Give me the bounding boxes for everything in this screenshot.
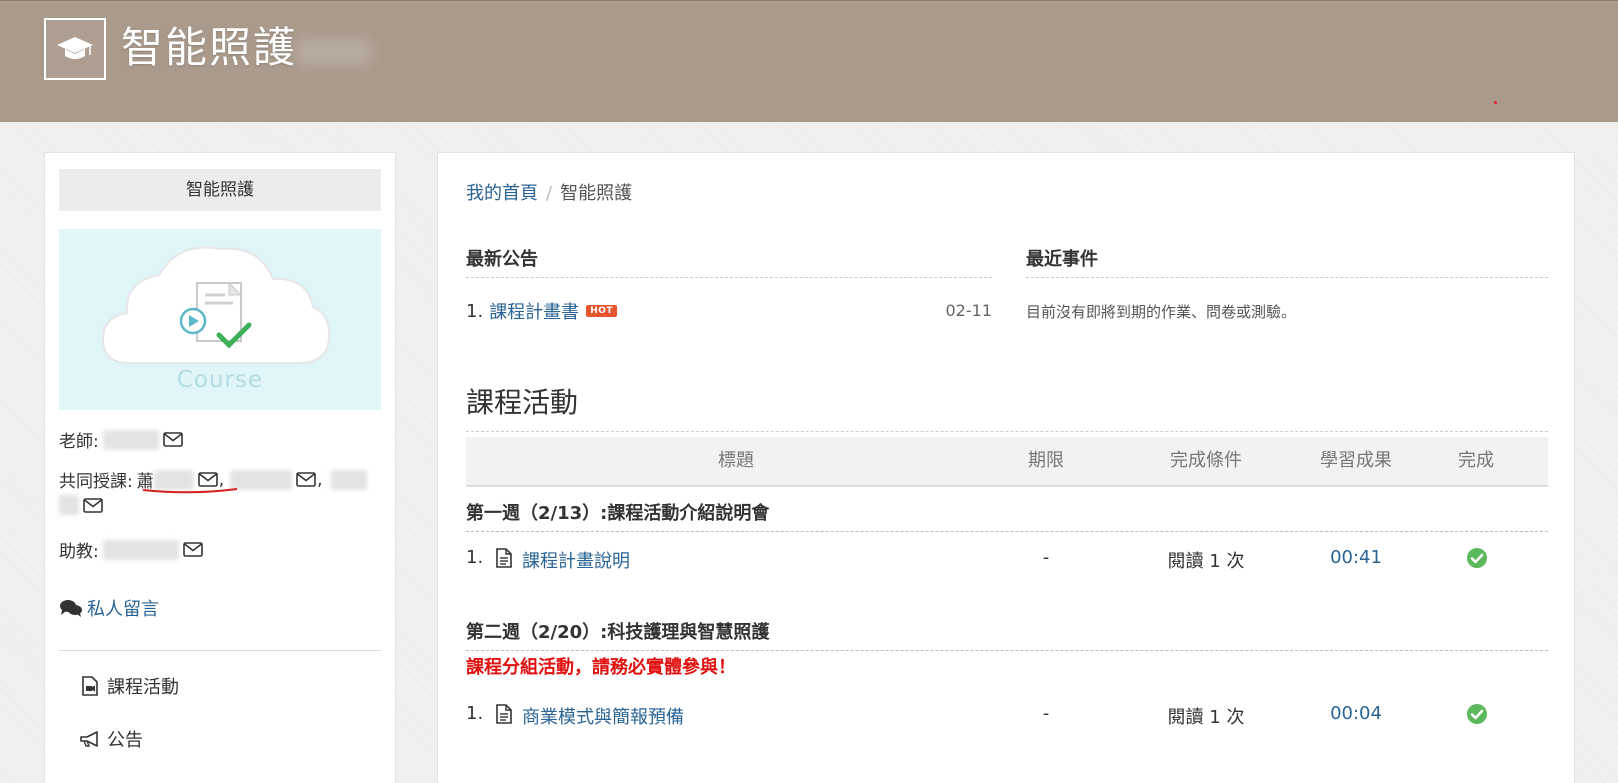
column-result: 學習成果 xyxy=(1320,450,1392,471)
breadcrumb: 我的首頁 / 智能照護 xyxy=(466,179,632,205)
sidebar-divider xyxy=(59,650,381,651)
main-panel: 我的首頁 / 智能照護 最新公告 1. 課程計畫書 HOT 02-11 最近事件 目… xyxy=(437,152,1575,783)
private-message-link[interactable]: 私人留言 xyxy=(59,595,159,621)
announcement-link[interactable]: 課程計畫書 xyxy=(489,298,579,324)
file-video-icon xyxy=(79,675,101,697)
mail-icon[interactable] xyxy=(182,541,204,559)
teacher-row: 老師: xyxy=(59,427,184,452)
red-dot xyxy=(1494,101,1497,104)
activity-result[interactable]: 00:04 xyxy=(1296,703,1416,724)
week-note: 課程分組活動，請務必實體參與！ xyxy=(466,657,736,678)
announcement-date: 02-11 xyxy=(945,301,993,320)
file-text-icon xyxy=(496,548,512,573)
breadcrumb-home[interactable]: 我的首頁 xyxy=(466,183,538,204)
activity-result[interactable]: 00:41 xyxy=(1296,547,1416,568)
teacher-label: 老師: xyxy=(59,432,99,452)
activity-condition: 閱讀 1 次 xyxy=(1167,551,1245,572)
activity-deadline: - xyxy=(1042,703,1050,724)
private-message-label: 私人留言 xyxy=(87,599,159,620)
megaphone-icon xyxy=(79,728,101,750)
sidebar-item-announcements[interactable]: 公告 xyxy=(79,726,143,752)
graduation-cap-icon xyxy=(57,37,93,59)
activity-row: 1. 商業模式與簡報預備 - 閱讀 1 次 00:04 xyxy=(466,699,1548,729)
announcements-heading: 最新公告 xyxy=(466,245,992,278)
red-underline-annotation xyxy=(142,488,238,494)
redacted-co-teacher-name xyxy=(330,469,367,490)
mail-icon[interactable] xyxy=(197,471,219,489)
course-image-text: Course xyxy=(176,367,264,393)
comments-icon xyxy=(60,600,82,617)
sidebar: 智能照護 Course 老師: 共同授課: 蕭 , , 助教: 私人留言 課程活… xyxy=(44,152,396,783)
redacted-teacher-name xyxy=(102,429,159,450)
activity-num: 1. xyxy=(466,547,484,568)
announcement-num: 1. xyxy=(466,300,484,322)
column-title: 標題 xyxy=(718,450,754,471)
activity-link[interactable]: 課程計畫說明 xyxy=(522,547,630,573)
column-condition: 完成條件 xyxy=(1170,450,1242,471)
logo[interactable] xyxy=(44,18,106,80)
redacted-ta-name xyxy=(102,539,179,560)
activity-row: 1. 課程計畫說明 - 閱讀 1 次 00:41 xyxy=(466,543,1548,573)
sidebar-item-label: 公告 xyxy=(107,730,143,751)
events-heading: 最近事件 xyxy=(1026,245,1548,278)
redacted-subtitle xyxy=(296,39,372,65)
site-title[interactable]: 智能照護 xyxy=(121,21,297,75)
week-heading: 第一週（2/13）:課程活動介紹說明會 xyxy=(466,499,1548,532)
activity-deadline: - xyxy=(1042,547,1050,568)
file-text-icon xyxy=(496,704,512,729)
mail-icon[interactable] xyxy=(295,471,317,489)
activities-heading: 課程活動 xyxy=(466,381,1548,432)
breadcrumb-separator: / xyxy=(546,183,553,204)
sidebar-course-title: 智能照護 xyxy=(59,169,381,211)
column-done: 完成 xyxy=(1458,450,1494,471)
check-circle-icon xyxy=(1467,704,1487,724)
week-heading: 第二週（2/20）:科技護理與智慧照護 xyxy=(466,618,1548,651)
sidebar-item-label: 課程活動 xyxy=(107,677,179,698)
sidebar-item-activities[interactable]: 課程活動 xyxy=(79,673,179,699)
course-image: Course xyxy=(59,229,381,410)
events-empty-text: 目前沒有即將到期的作業、問卷或測驗。 xyxy=(1026,303,1297,321)
mail-icon[interactable] xyxy=(162,431,184,449)
announcement-item: 1. 課程計畫書 HOT xyxy=(466,298,986,324)
redacted-co-teacher-name xyxy=(59,495,79,515)
activity-condition: 閱讀 1 次 xyxy=(1167,707,1245,728)
activity-link[interactable]: 商業模式與簡報預備 xyxy=(522,703,684,729)
mail-icon[interactable] xyxy=(82,496,104,514)
site-header: 智能照護 xyxy=(0,0,1618,122)
check-circle-icon xyxy=(1467,548,1487,568)
ta-row: 助教: xyxy=(59,537,204,562)
activity-num: 1. xyxy=(466,703,484,724)
ta-label: 助教: xyxy=(59,542,99,562)
co-teacher-row-cont xyxy=(59,495,104,515)
activities-table-header: 標題 期限 完成條件 學習成果 完成 xyxy=(466,437,1548,487)
co-teacher-label: 共同授課: xyxy=(59,472,133,492)
column-deadline: 期限 xyxy=(1028,450,1064,471)
breadcrumb-current: 智能照護 xyxy=(560,183,633,204)
hot-badge: HOT xyxy=(586,305,618,317)
